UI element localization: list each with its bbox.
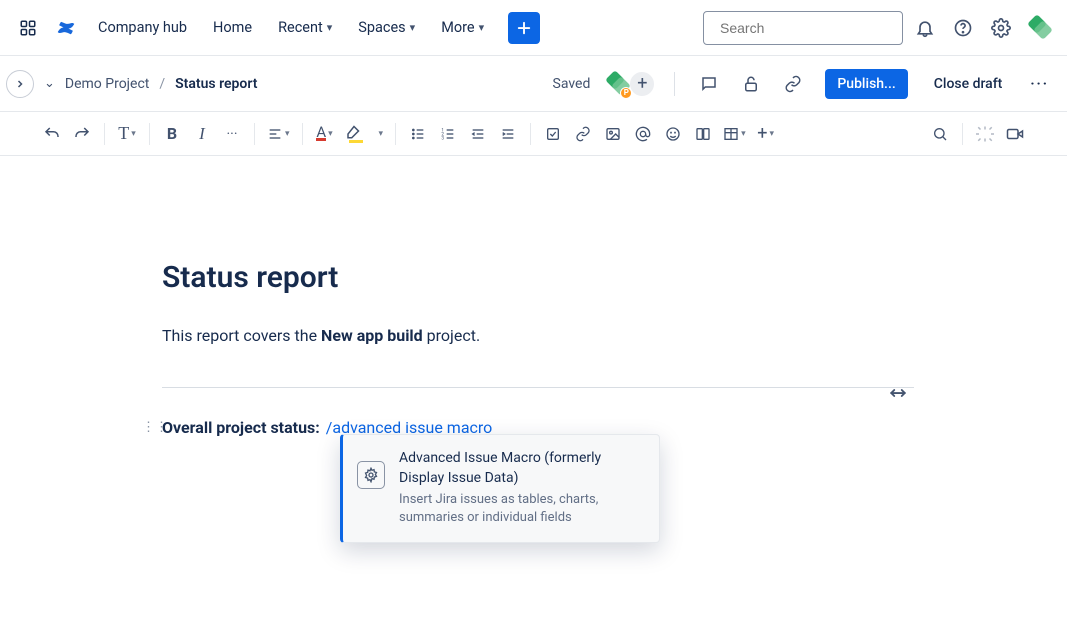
insert-image-icon[interactable]	[599, 119, 627, 149]
search-input[interactable]	[703, 11, 903, 45]
nav-more[interactable]: More ▾	[431, 13, 494, 42]
comments-icon[interactable]	[693, 68, 725, 100]
close-draft-button[interactable]: Close draft	[924, 69, 1013, 99]
breadcrumb-bar: ⌄ Demo Project / Status report Saved P +…	[0, 56, 1067, 112]
svg-text:3: 3	[441, 135, 444, 141]
top-navigation: Company hub Home Recent ▾ Spaces ▾ More …	[0, 0, 1067, 56]
chevron-down-icon: ▾	[410, 21, 416, 34]
app-switcher-icon[interactable]	[12, 12, 44, 44]
saved-status: Saved	[553, 76, 591, 92]
nav-spaces-label: Spaces	[358, 19, 405, 36]
page-title[interactable]: Status report	[162, 260, 914, 295]
nav-recent-label: Recent	[278, 19, 323, 36]
undo-icon[interactable]	[38, 119, 66, 149]
nav-spaces[interactable]: Spaces ▾	[348, 13, 425, 42]
create-button[interactable]	[508, 12, 540, 44]
bullet-list-icon[interactable]	[404, 119, 432, 149]
intro-before: This report covers the	[162, 326, 321, 345]
ai-sparkle-icon[interactable]	[971, 119, 999, 149]
indent-icon[interactable]	[494, 119, 522, 149]
bold-icon[interactable]: B	[158, 119, 186, 149]
outdent-icon[interactable]	[464, 119, 492, 149]
align-dropdown[interactable]: ▾	[263, 119, 294, 149]
mention-icon[interactable]	[629, 119, 657, 149]
drag-handle-icon[interactable]: ⋮⋮	[142, 420, 168, 435]
link-icon[interactable]	[777, 68, 809, 100]
nav-home[interactable]: Home	[203, 13, 262, 42]
chevron-down-icon: ▾	[327, 21, 333, 34]
layouts-icon[interactable]	[689, 119, 717, 149]
intro-bold: New app build	[321, 326, 423, 345]
more-formatting-icon[interactable]: ···	[218, 119, 246, 149]
divider	[162, 387, 914, 388]
more-actions-icon[interactable]: ···	[1022, 69, 1057, 99]
presence-badge: P	[620, 87, 632, 99]
editor-toolbar: T▾ B I ··· ▾ A▾ ▾ 123	[0, 112, 1067, 156]
numbered-list-icon[interactable]: 123	[434, 119, 462, 149]
settings-icon[interactable]	[985, 12, 1017, 44]
find-icon[interactable]	[926, 119, 954, 149]
divider	[674, 72, 675, 96]
chevron-down-icon[interactable]: ⌄	[44, 76, 55, 91]
status-label: Overall project status:	[162, 418, 320, 437]
editor-content: Status report This report covers the New…	[0, 156, 1067, 437]
action-item-icon[interactable]	[539, 119, 567, 149]
insert-dropdown[interactable]: +▾	[752, 119, 780, 149]
text-color-icon[interactable]: A▾	[311, 119, 339, 149]
invite-button[interactable]: +	[628, 70, 656, 98]
nav-recent[interactable]: Recent ▾	[268, 13, 342, 42]
breadcrumb-page: Status report	[175, 76, 257, 92]
unlock-icon[interactable]	[735, 68, 767, 100]
help-icon[interactable]	[947, 12, 979, 44]
intro-after: project.	[423, 326, 480, 345]
nav-company-hub[interactable]: Company hub	[88, 13, 197, 42]
highlight-icon[interactable]: ▾	[341, 119, 388, 149]
insert-link-icon[interactable]	[569, 119, 597, 149]
nav-more-label: More	[441, 19, 474, 36]
record-icon[interactable]	[1001, 119, 1029, 149]
redo-icon[interactable]	[68, 119, 96, 149]
macro-gear-icon	[357, 461, 385, 489]
dropdown-item: Advanced Issue Macro (formerly Display I…	[399, 449, 643, 528]
presence-avatar[interactable]: P	[604, 71, 630, 97]
confluence-logo-icon[interactable]	[50, 12, 82, 44]
slash-command-dropdown[interactable]: Advanced Issue Macro (formerly Display I…	[340, 434, 660, 543]
publish-button[interactable]: Publish...	[825, 69, 907, 99]
breadcrumb-separator: /	[159, 76, 165, 92]
search-field[interactable]	[718, 19, 903, 37]
text-style-dropdown[interactable]: T▾	[113, 119, 141, 149]
dropdown-item-title: Advanced Issue Macro (formerly Display I…	[399, 449, 643, 488]
sidebar-toggle-icon[interactable]	[6, 70, 34, 98]
intro-paragraph[interactable]: This report covers the New app build pro…	[162, 323, 914, 349]
width-adjust-icon[interactable]	[889, 384, 907, 402]
notifications-icon[interactable]	[909, 12, 941, 44]
breadcrumb-space[interactable]: Demo Project	[65, 76, 149, 92]
table-dropdown[interactable]: ▾	[719, 119, 750, 149]
presence-avatars: P +	[604, 70, 656, 98]
profile-avatar[interactable]	[1023, 12, 1055, 44]
italic-icon[interactable]: I	[188, 119, 216, 149]
chevron-down-icon: ▾	[479, 21, 485, 34]
dropdown-item-desc: Insert Jira issues as tables, charts, su…	[399, 491, 643, 527]
emoji-icon[interactable]	[659, 119, 687, 149]
